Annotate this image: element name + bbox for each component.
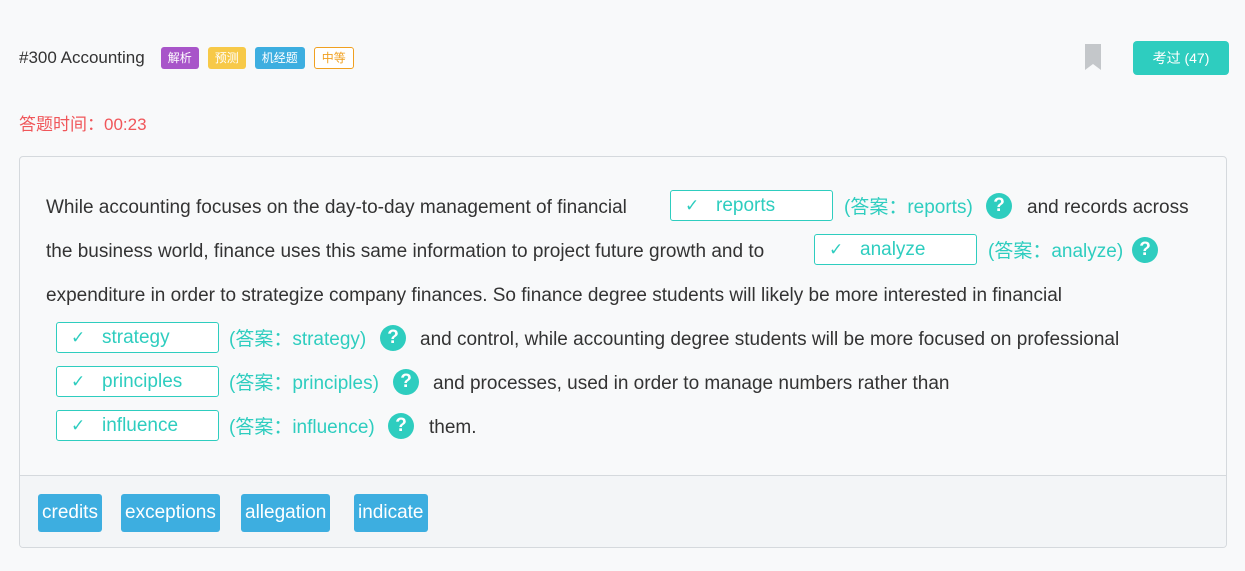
check-icon: ✓ xyxy=(829,240,844,259)
bookmark-icon[interactable] xyxy=(1085,44,1101,70)
answer-hint: (答案：influence) xyxy=(229,417,375,438)
question-card: While accounting focuses on the day-to-d… xyxy=(19,156,1227,548)
answer-hint: (答案：strategy) xyxy=(229,329,367,350)
help-icon[interactable]: ? xyxy=(388,413,414,439)
answer-hint: (答案：analyze) xyxy=(988,241,1124,262)
passage: While accounting focuses on the day-to-d… xyxy=(20,157,1226,475)
blank-input-2[interactable]: ✓ analyze xyxy=(814,234,977,265)
word-bank: credits exceptions allegation indicate xyxy=(20,475,1226,547)
tag-analysis[interactable]: 解析 xyxy=(160,47,199,69)
tag-prediction[interactable]: 预测 xyxy=(207,47,246,69)
answer-hint: (答案：principles) xyxy=(229,373,379,394)
passed-count-button[interactable]: 考过 (47) xyxy=(1133,41,1229,75)
help-icon[interactable]: ? xyxy=(380,325,406,351)
blank-input-5[interactable]: ✓ influence xyxy=(56,410,219,441)
passage-text: expenditure in order to strategize compa… xyxy=(46,285,1063,306)
blank-value: influence xyxy=(102,415,179,436)
blank-input-4[interactable]: ✓ principles xyxy=(56,366,219,397)
help-icon[interactable]: ? xyxy=(393,369,419,395)
passage-text: and control, while accounting degree stu… xyxy=(420,329,1120,350)
check-icon: ✓ xyxy=(71,372,86,391)
question-header: #300 Accounting 解析 预测 机经题 中等 xyxy=(19,43,363,73)
tag-difficulty: 中等 xyxy=(313,47,354,69)
word-chip-credits[interactable]: credits xyxy=(38,494,102,532)
blank-value: principles xyxy=(102,371,183,392)
answer-hint: (答案：reports) xyxy=(844,197,973,218)
word-chip-allegation[interactable]: allegation xyxy=(241,494,331,532)
blank-value: strategy xyxy=(102,327,170,348)
blank-input-3[interactable]: ✓ strategy xyxy=(56,322,219,353)
check-icon: ✓ xyxy=(71,416,86,435)
blank-value: reports xyxy=(716,195,776,216)
question-title: #300 Accounting xyxy=(19,48,145,67)
check-icon: ✓ xyxy=(685,196,700,215)
help-icon[interactable]: ? xyxy=(1132,237,1158,263)
passage-text: and processes, used in order to manage n… xyxy=(433,373,950,394)
check-icon: ✓ xyxy=(71,328,86,347)
blank-input-1[interactable]: ✓ reports xyxy=(670,190,833,221)
answer-timer: 答题时间：00:23 xyxy=(19,115,147,134)
passage-text: the business world, finance uses this sa… xyxy=(46,241,765,262)
passage-text: them. xyxy=(429,417,477,438)
help-icon[interactable]: ? xyxy=(986,193,1012,219)
passage-text: While accounting focuses on the day-to-d… xyxy=(46,197,627,218)
word-chip-exceptions[interactable]: exceptions xyxy=(121,494,220,532)
blank-value: analyze xyxy=(860,239,926,260)
tag-machine-question[interactable]: 机经题 xyxy=(254,47,305,69)
word-chip-indicate[interactable]: indicate xyxy=(354,494,428,532)
passage-text: and records across xyxy=(1027,197,1189,218)
